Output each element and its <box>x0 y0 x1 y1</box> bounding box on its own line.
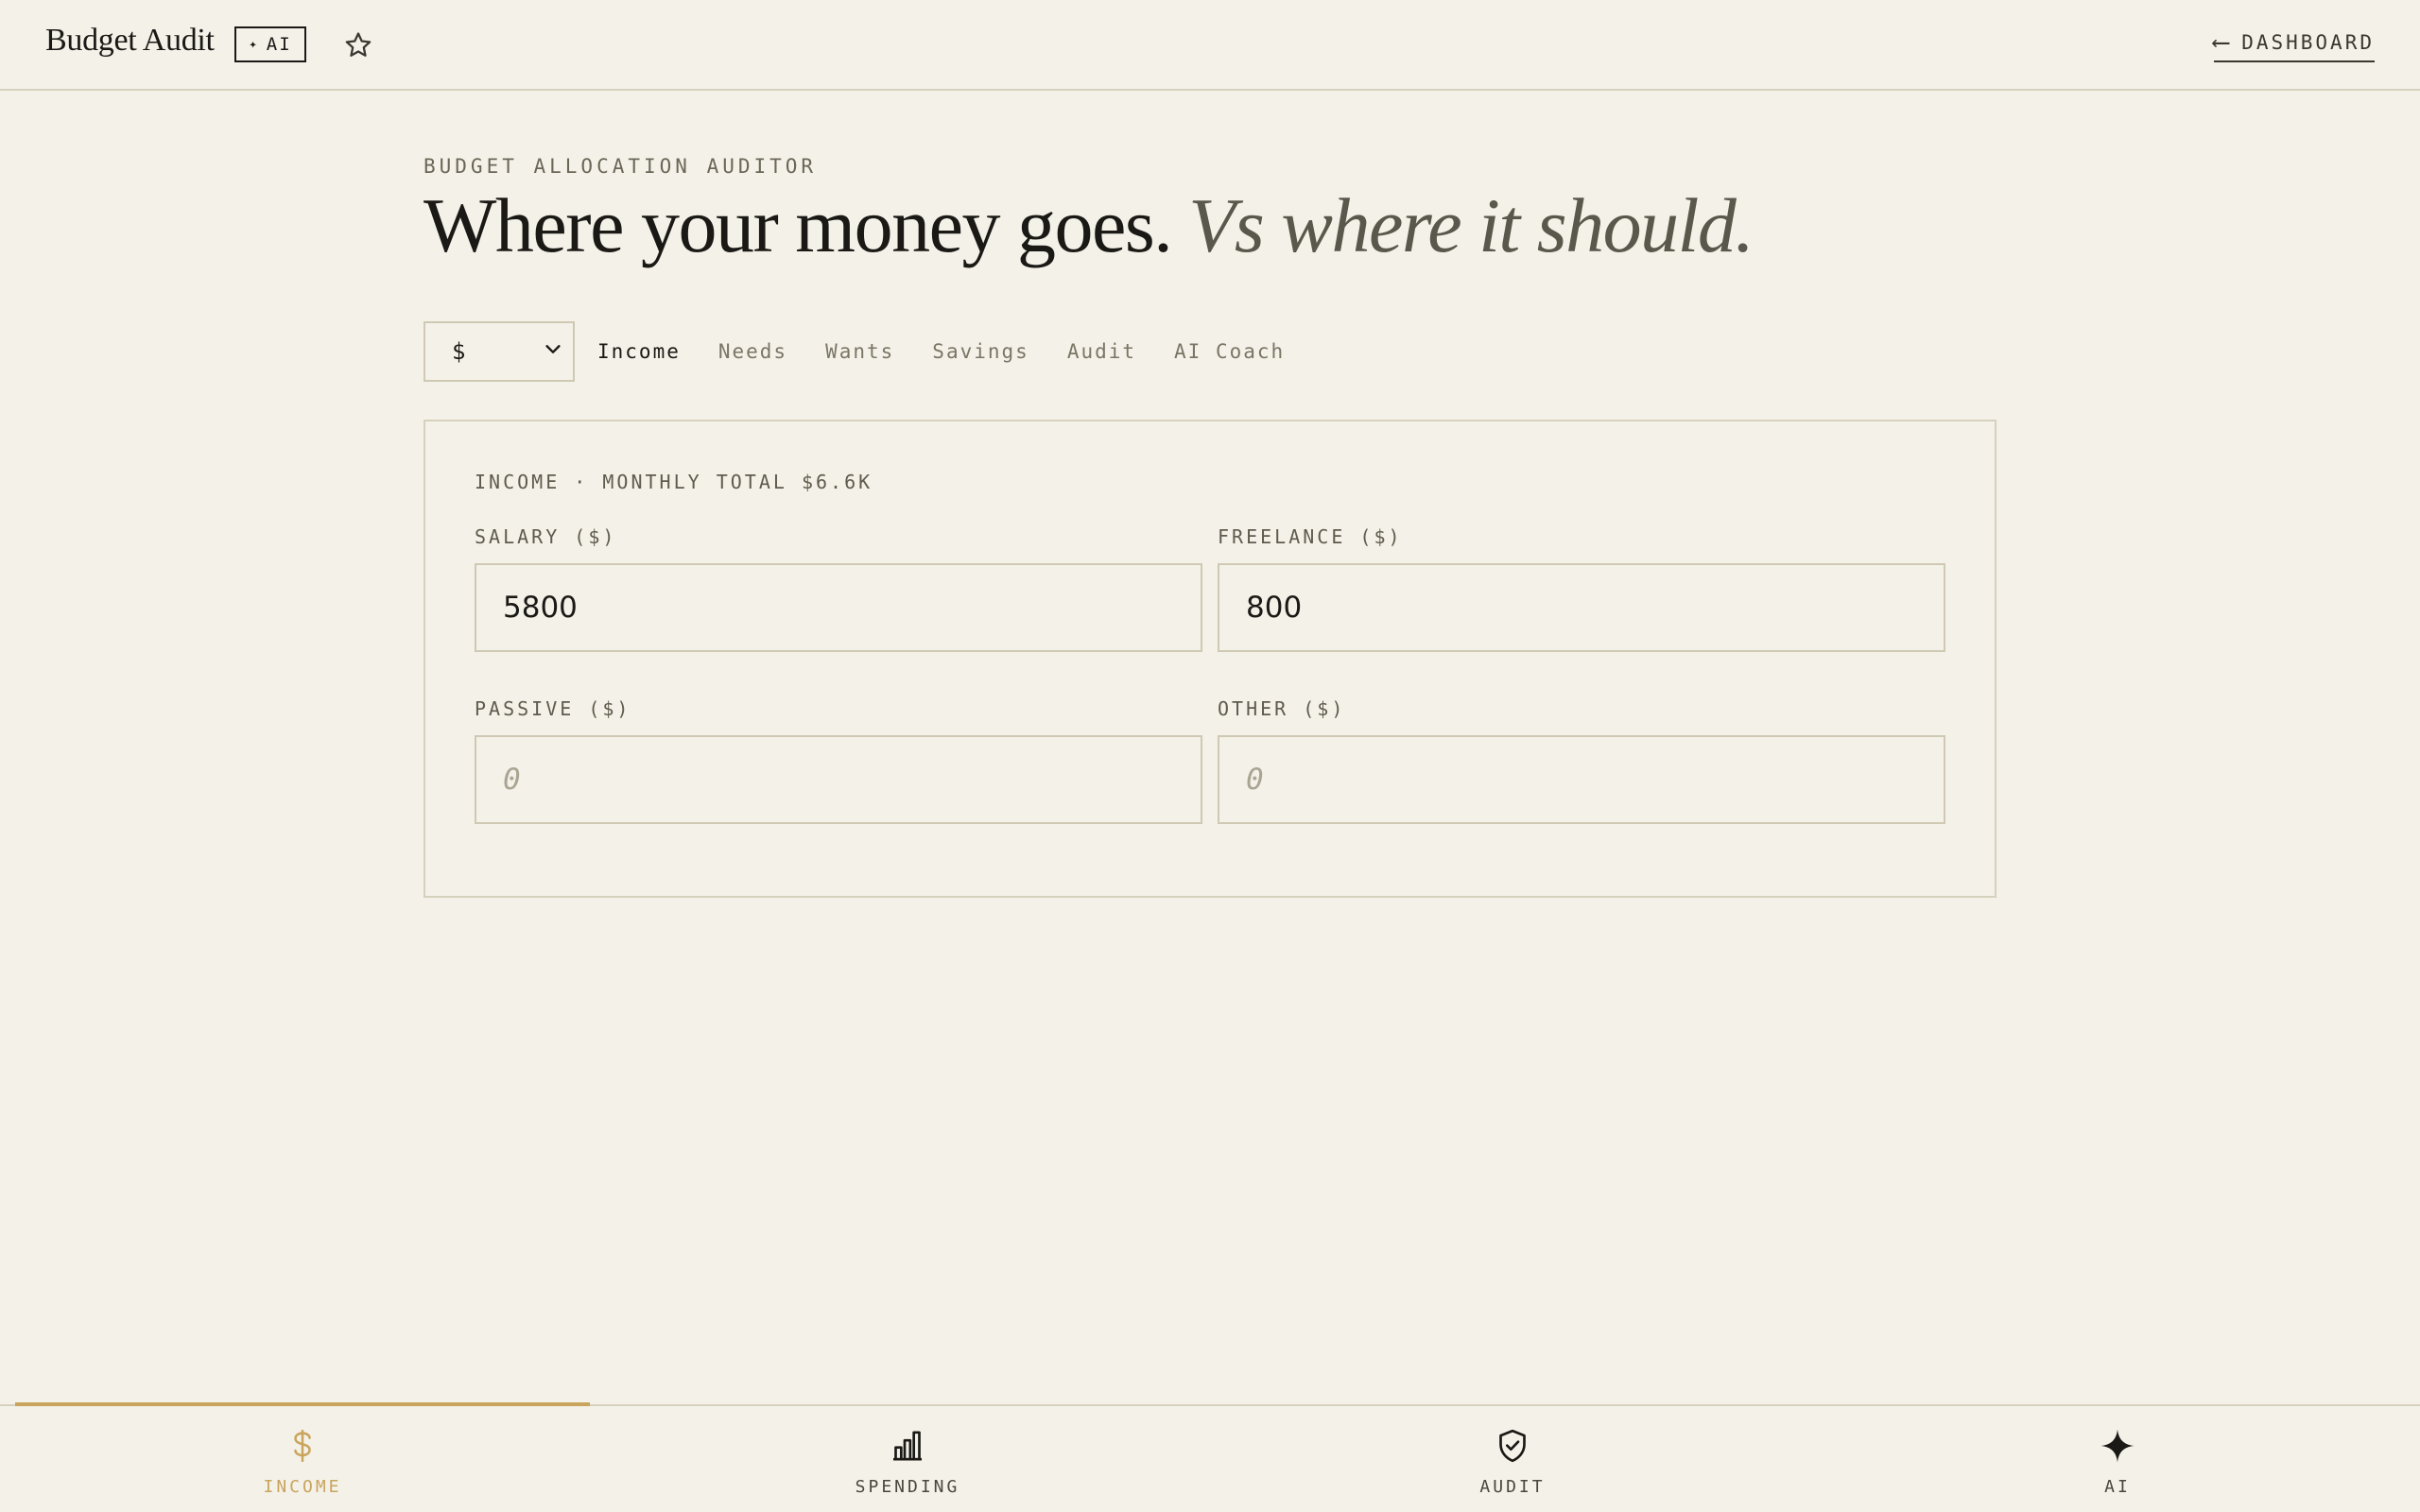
other-label: OTHER ($) <box>1218 697 1346 720</box>
top-bar: Budget Audit ✦ AI ⟵ DASHBOARD <box>0 0 2420 91</box>
currency-selected-value: $ <box>452 338 466 365</box>
salary-input[interactable] <box>475 563 1202 652</box>
sparkle-icon: ✦ <box>249 37 259 52</box>
passive-label: PASSIVE ($) <box>475 697 631 720</box>
section-tabs: Income Needs Wants Savings Audit AI Coac… <box>597 333 1285 370</box>
arrow-left-icon: ⟵ <box>2213 28 2229 57</box>
tab-ai-coach[interactable]: AI Coach <box>1174 333 1285 370</box>
dashboard-link-label: DASHBOARD <box>2241 31 2375 54</box>
tab-income[interactable]: Income <box>597 333 681 370</box>
income-card: INCOME · MONTHLY TOTAL $6.6K SALARY ($) … <box>424 420 1996 898</box>
tab-audit[interactable]: Audit <box>1067 333 1136 370</box>
shield-check-icon <box>1494 1427 1531 1469</box>
other-input[interactable] <box>1218 735 1945 824</box>
tab-savings[interactable]: Savings <box>932 333 1029 370</box>
nav-audit[interactable]: AUDIT <box>1210 1406 1815 1512</box>
salary-label: SALARY ($) <box>475 525 617 548</box>
nav-income[interactable]: INCOME <box>0 1406 605 1512</box>
page-title-main: Where your money goes. <box>424 182 1173 268</box>
income-card-title: INCOME · MONTHLY TOTAL $6.6K <box>475 471 873 493</box>
freelance-label: FREELANCE ($) <box>1218 525 1403 548</box>
passive-input[interactable] <box>475 735 1202 824</box>
tab-wants[interactable]: Wants <box>825 333 894 370</box>
bottom-nav: INCOME SPENDING AUDIT AI <box>0 1402 2420 1512</box>
nav-income-label: INCOME <box>263 1477 342 1497</box>
nav-audit-label: AUDIT <box>1479 1477 1546 1497</box>
dollar-icon <box>284 1427 321 1469</box>
nav-spending-label: SPENDING <box>855 1477 960 1497</box>
freelance-input[interactable] <box>1218 563 1945 652</box>
page-eyebrow: BUDGET ALLOCATION AUDITOR <box>424 155 818 178</box>
chevron-down-icon <box>543 338 563 365</box>
nav-ai-label: AI <box>2104 1477 2131 1497</box>
bar-chart-icon <box>889 1427 926 1469</box>
active-tab-indicator <box>15 1402 590 1406</box>
page-title: Where your money goes. Vs where it should… <box>424 182 1754 268</box>
dashboard-link[interactable]: ⟵ DASHBOARD <box>2213 28 2375 62</box>
favorite-star-icon[interactable] <box>342 29 374 61</box>
nav-spending[interactable]: SPENDING <box>605 1406 1210 1512</box>
page-title-alt: Vs where it should. <box>1188 182 1754 268</box>
currency-select[interactable]: $ <box>424 321 575 382</box>
ai-badge-label: AI <box>266 34 292 55</box>
sparkle-icon <box>2099 1427 2136 1469</box>
ai-badge[interactable]: ✦ AI <box>234 26 306 62</box>
tab-needs[interactable]: Needs <box>718 333 787 370</box>
nav-ai[interactable]: AI <box>1815 1406 2420 1512</box>
app-title: Budget Audit <box>45 23 215 58</box>
